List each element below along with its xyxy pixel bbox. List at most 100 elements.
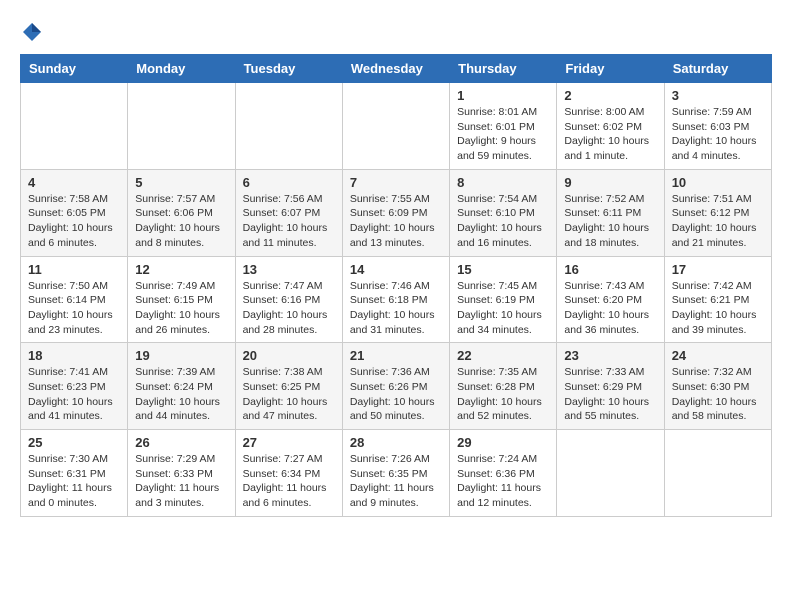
day-number: 6 bbox=[243, 175, 335, 190]
day-number: 10 bbox=[672, 175, 764, 190]
day-number: 23 bbox=[564, 348, 656, 363]
calendar-cell: 3 Sunrise: 7:59 AM Sunset: 6:03 PM Daylig… bbox=[664, 83, 771, 170]
day-info: Sunrise: 7:39 AM Sunset: 6:24 PM Dayligh… bbox=[135, 365, 227, 424]
day-number: 7 bbox=[350, 175, 442, 190]
day-info: Sunrise: 7:38 AM Sunset: 6:25 PM Dayligh… bbox=[243, 365, 335, 424]
day-info: Sunrise: 7:50 AM Sunset: 6:14 PM Dayligh… bbox=[28, 279, 120, 338]
day-info: Sunrise: 7:29 AM Sunset: 6:33 PM Dayligh… bbox=[135, 452, 227, 511]
day-info: Sunrise: 7:27 AM Sunset: 6:34 PM Dayligh… bbox=[243, 452, 335, 511]
calendar-cell: 29 Sunrise: 7:24 AM Sunset: 6:36 PM Dayli… bbox=[450, 430, 557, 517]
day-info: Sunrise: 7:43 AM Sunset: 6:20 PM Dayligh… bbox=[564, 279, 656, 338]
day-info: Sunrise: 7:47 AM Sunset: 6:16 PM Dayligh… bbox=[243, 279, 335, 338]
day-of-week-header: Tuesday bbox=[235, 55, 342, 83]
day-number: 5 bbox=[135, 175, 227, 190]
day-info: Sunrise: 7:45 AM Sunset: 6:19 PM Dayligh… bbox=[457, 279, 549, 338]
calendar-cell: 4Sunrise: 7:58 AM Sunset: 6:05 PM Daylig… bbox=[21, 169, 128, 256]
calendar-cell: 27 Sunrise: 7:27 AM Sunset: 6:34 PM Dayli… bbox=[235, 430, 342, 517]
logo-icon bbox=[20, 20, 44, 44]
day-number: 19 bbox=[135, 348, 227, 363]
day-number: 8 bbox=[457, 175, 549, 190]
calendar-cell: 8 Sunrise: 7:54 AM Sunset: 6:10 PM Daylig… bbox=[450, 169, 557, 256]
day-of-week-header: Monday bbox=[128, 55, 235, 83]
day-info: Sunrise: 8:00 AM Sunset: 6:02 PM Dayligh… bbox=[564, 105, 656, 164]
calendar-cell: 18 Sunrise: 7:41 AM Sunset: 6:23 PM Dayli… bbox=[21, 343, 128, 430]
calendar-cell: 9 Sunrise: 7:52 AM Sunset: 6:11 PM Daylig… bbox=[557, 169, 664, 256]
calendar-cell: 21 Sunrise: 7:36 AM Sunset: 6:26 PM Dayli… bbox=[342, 343, 449, 430]
day-info: Sunrise: 7:54 AM Sunset: 6:10 PM Dayligh… bbox=[457, 192, 549, 251]
calendar-week-row: 4Sunrise: 7:58 AM Sunset: 6:05 PM Daylig… bbox=[21, 169, 772, 256]
calendar-week-row: 25Sunrise: 7:30 AM Sunset: 6:31 PM Dayli… bbox=[21, 430, 772, 517]
day-info: Sunrise: 7:36 AM Sunset: 6:26 PM Dayligh… bbox=[350, 365, 442, 424]
calendar-cell: 28 Sunrise: 7:26 AM Sunset: 6:35 PM Dayli… bbox=[342, 430, 449, 517]
calendar-table: SundayMondayTuesdayWednesdayThursdayFrid… bbox=[20, 54, 772, 517]
day-number: 2 bbox=[564, 88, 656, 103]
day-info: Sunrise: 7:56 AM Sunset: 6:07 PM Dayligh… bbox=[243, 192, 335, 251]
day-number: 15 bbox=[457, 262, 549, 277]
day-number: 21 bbox=[350, 348, 442, 363]
day-info: Sunrise: 7:51 AM Sunset: 6:12 PM Dayligh… bbox=[672, 192, 764, 251]
day-info: Sunrise: 7:33 AM Sunset: 6:29 PM Dayligh… bbox=[564, 365, 656, 424]
day-number: 3 bbox=[672, 88, 764, 103]
day-of-week-header: Thursday bbox=[450, 55, 557, 83]
day-of-week-header: Friday bbox=[557, 55, 664, 83]
day-number: 9 bbox=[564, 175, 656, 190]
day-info: Sunrise: 7:30 AM Sunset: 6:31 PM Dayligh… bbox=[28, 452, 120, 511]
day-number: 14 bbox=[350, 262, 442, 277]
calendar-cell: 15 Sunrise: 7:45 AM Sunset: 6:19 PM Dayli… bbox=[450, 256, 557, 343]
day-info: Sunrise: 8:01 AM Sunset: 6:01 PM Dayligh… bbox=[457, 105, 549, 164]
day-info: Sunrise: 7:52 AM Sunset: 6:11 PM Dayligh… bbox=[564, 192, 656, 251]
calendar-cell: 7 Sunrise: 7:55 AM Sunset: 6:09 PM Daylig… bbox=[342, 169, 449, 256]
calendar-cell: 25Sunrise: 7:30 AM Sunset: 6:31 PM Dayli… bbox=[21, 430, 128, 517]
day-number: 17 bbox=[672, 262, 764, 277]
day-of-week-header: Wednesday bbox=[342, 55, 449, 83]
calendar-cell: 22 Sunrise: 7:35 AM Sunset: 6:28 PM Dayli… bbox=[450, 343, 557, 430]
day-info: Sunrise: 7:41 AM Sunset: 6:23 PM Dayligh… bbox=[28, 365, 120, 424]
day-number: 27 bbox=[243, 435, 335, 450]
day-number: 1 bbox=[457, 88, 549, 103]
calendar-cell: 12Sunrise: 7:49 AM Sunset: 6:15 PM Dayli… bbox=[128, 256, 235, 343]
calendar-cell: 24 Sunrise: 7:32 AM Sunset: 6:30 PM Dayli… bbox=[664, 343, 771, 430]
calendar-cell: 6 Sunrise: 7:56 AM Sunset: 6:07 PM Daylig… bbox=[235, 169, 342, 256]
day-number: 4 bbox=[28, 175, 120, 190]
day-number: 18 bbox=[28, 348, 120, 363]
day-number: 29 bbox=[457, 435, 549, 450]
day-info: Sunrise: 7:46 AM Sunset: 6:18 PM Dayligh… bbox=[350, 279, 442, 338]
day-info: Sunrise: 7:24 AM Sunset: 6:36 PM Dayligh… bbox=[457, 452, 549, 511]
calendar-cell: 19 Sunrise: 7:39 AM Sunset: 6:24 PM Dayli… bbox=[128, 343, 235, 430]
day-of-week-header: Saturday bbox=[664, 55, 771, 83]
page-header bbox=[20, 20, 772, 44]
calendar-cell: 23 Sunrise: 7:33 AM Sunset: 6:29 PM Dayli… bbox=[557, 343, 664, 430]
day-info: Sunrise: 7:59 AM Sunset: 6:03 PM Dayligh… bbox=[672, 105, 764, 164]
calendar-cell: 20 Sunrise: 7:38 AM Sunset: 6:25 PM Dayli… bbox=[235, 343, 342, 430]
day-info: Sunrise: 7:55 AM Sunset: 6:09 PM Dayligh… bbox=[350, 192, 442, 251]
calendar-week-row: 18 Sunrise: 7:41 AM Sunset: 6:23 PM Dayli… bbox=[21, 343, 772, 430]
day-number: 16 bbox=[564, 262, 656, 277]
day-of-week-header: Sunday bbox=[21, 55, 128, 83]
calendar-cell bbox=[21, 83, 128, 170]
calendar-cell: 17 Sunrise: 7:42 AM Sunset: 6:21 PM Dayli… bbox=[664, 256, 771, 343]
calendar-cell bbox=[557, 430, 664, 517]
day-info: Sunrise: 7:42 AM Sunset: 6:21 PM Dayligh… bbox=[672, 279, 764, 338]
day-number: 12 bbox=[135, 262, 227, 277]
day-number: 24 bbox=[672, 348, 764, 363]
calendar-cell: 16 Sunrise: 7:43 AM Sunset: 6:20 PM Dayli… bbox=[557, 256, 664, 343]
day-number: 22 bbox=[457, 348, 549, 363]
calendar-cell: 11Sunrise: 7:50 AM Sunset: 6:14 PM Dayli… bbox=[21, 256, 128, 343]
calendar-cell: 1 Sunrise: 8:01 AM Sunset: 6:01 PM Daylig… bbox=[450, 83, 557, 170]
day-number: 26 bbox=[135, 435, 227, 450]
calendar-cell: 14 Sunrise: 7:46 AM Sunset: 6:18 PM Dayli… bbox=[342, 256, 449, 343]
calendar-cell: 13 Sunrise: 7:47 AM Sunset: 6:16 PM Dayli… bbox=[235, 256, 342, 343]
calendar-cell: 2 Sunrise: 8:00 AM Sunset: 6:02 PM Daylig… bbox=[557, 83, 664, 170]
calendar-cell: 10 Sunrise: 7:51 AM Sunset: 6:12 PM Dayli… bbox=[664, 169, 771, 256]
day-number: 13 bbox=[243, 262, 335, 277]
day-info: Sunrise: 7:35 AM Sunset: 6:28 PM Dayligh… bbox=[457, 365, 549, 424]
day-info: Sunrise: 7:57 AM Sunset: 6:06 PM Dayligh… bbox=[135, 192, 227, 251]
calendar-week-row: 11Sunrise: 7:50 AM Sunset: 6:14 PM Dayli… bbox=[21, 256, 772, 343]
day-number: 20 bbox=[243, 348, 335, 363]
day-info: Sunrise: 7:32 AM Sunset: 6:30 PM Dayligh… bbox=[672, 365, 764, 424]
day-number: 28 bbox=[350, 435, 442, 450]
calendar-cell bbox=[128, 83, 235, 170]
logo bbox=[20, 20, 48, 44]
calendar-cell bbox=[664, 430, 771, 517]
day-info: Sunrise: 7:26 AM Sunset: 6:35 PM Dayligh… bbox=[350, 452, 442, 511]
